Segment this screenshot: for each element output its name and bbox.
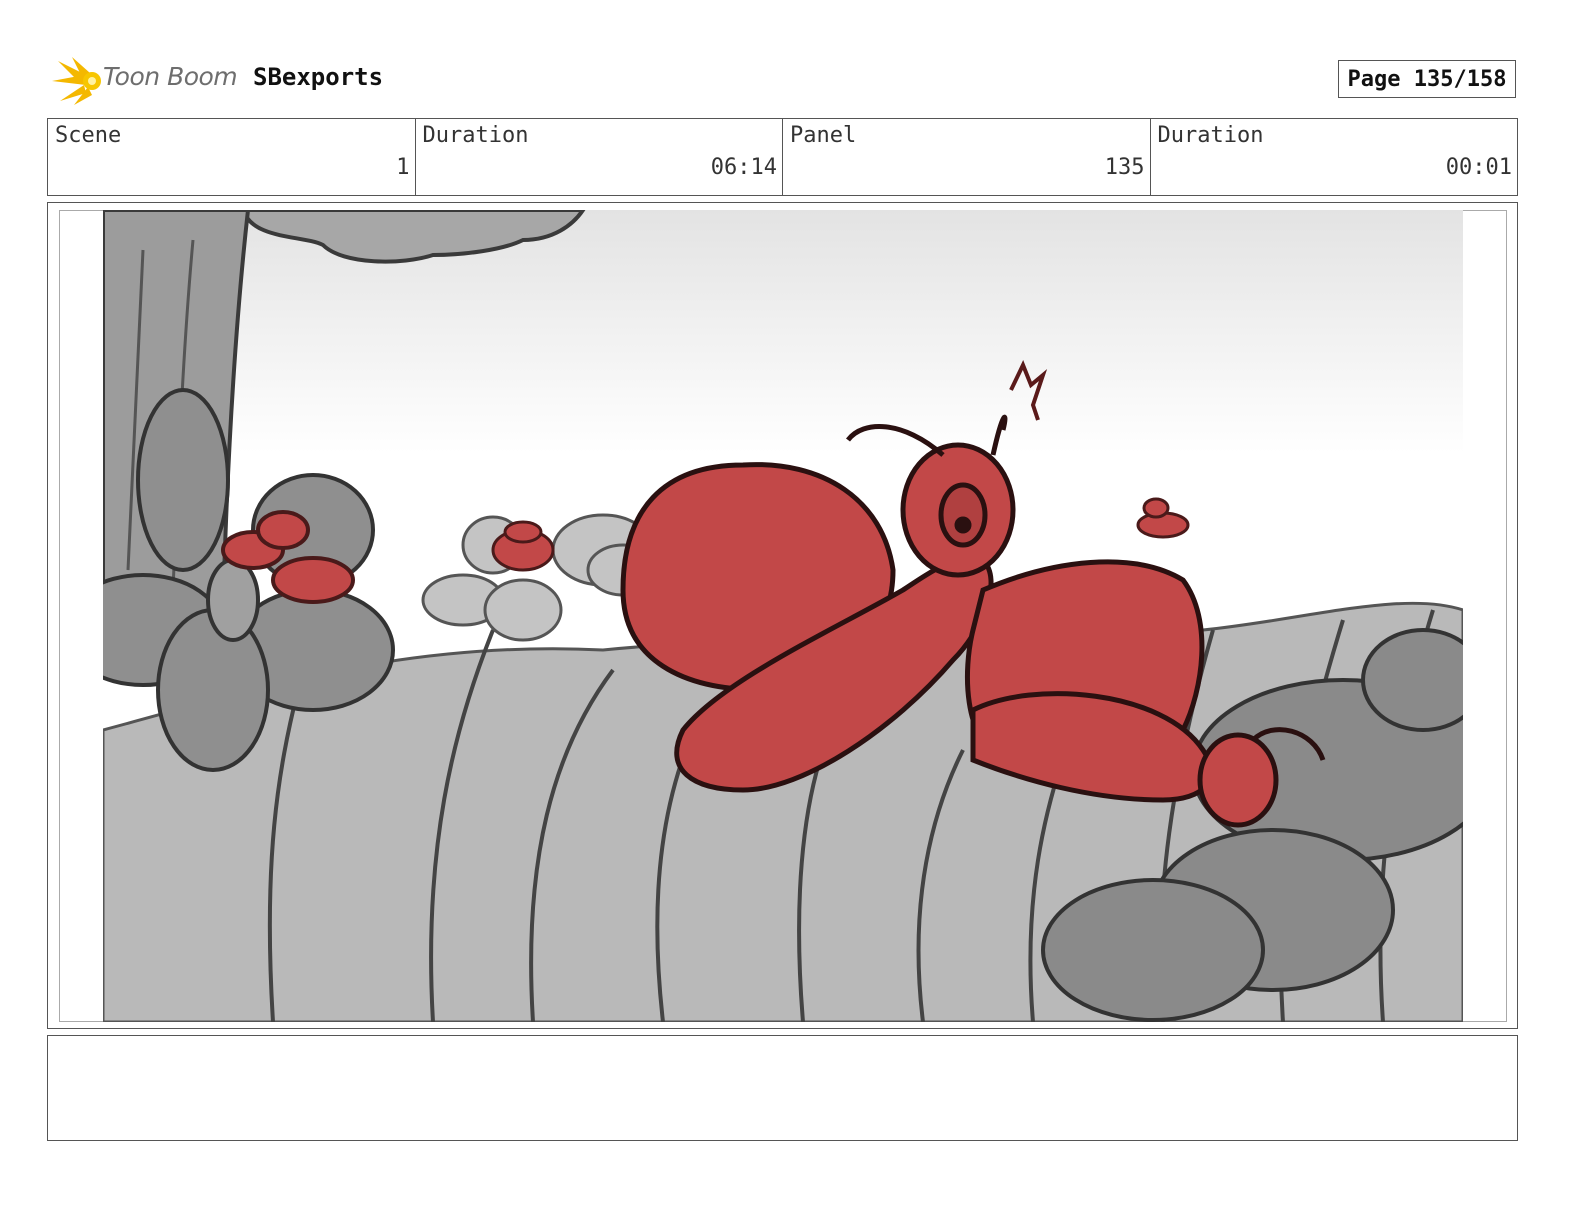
scene-value: 1 xyxy=(396,155,410,180)
scene-cell: Scene 1 xyxy=(48,119,416,195)
panel-duration-label: Duration xyxy=(1157,123,1264,148)
panel-value: 135 xyxy=(1104,155,1145,180)
scene-duration-label: Duration xyxy=(422,123,529,148)
panel-duration-cell: Duration 00:01 xyxy=(1151,119,1518,195)
storyboard-sketch xyxy=(103,210,1463,1022)
panel-label: Panel xyxy=(790,123,857,148)
scene-duration-cell: Duration 06:14 xyxy=(416,119,783,195)
panel-duration-value: 00:01 xyxy=(1445,155,1512,180)
panel-cell: Panel 135 xyxy=(783,119,1151,195)
scene-label: Scene xyxy=(55,123,122,148)
project-name: SBexports xyxy=(253,63,384,91)
logo-text: Toon Boom xyxy=(103,62,238,91)
panel-notes xyxy=(47,1035,1518,1141)
page-number: Page 135/158 xyxy=(1338,60,1516,98)
scene-duration-value: 06:14 xyxy=(710,155,777,180)
panel-info-table: Scene 1 Duration 06:14 Panel 135 Duratio… xyxy=(47,118,1518,196)
